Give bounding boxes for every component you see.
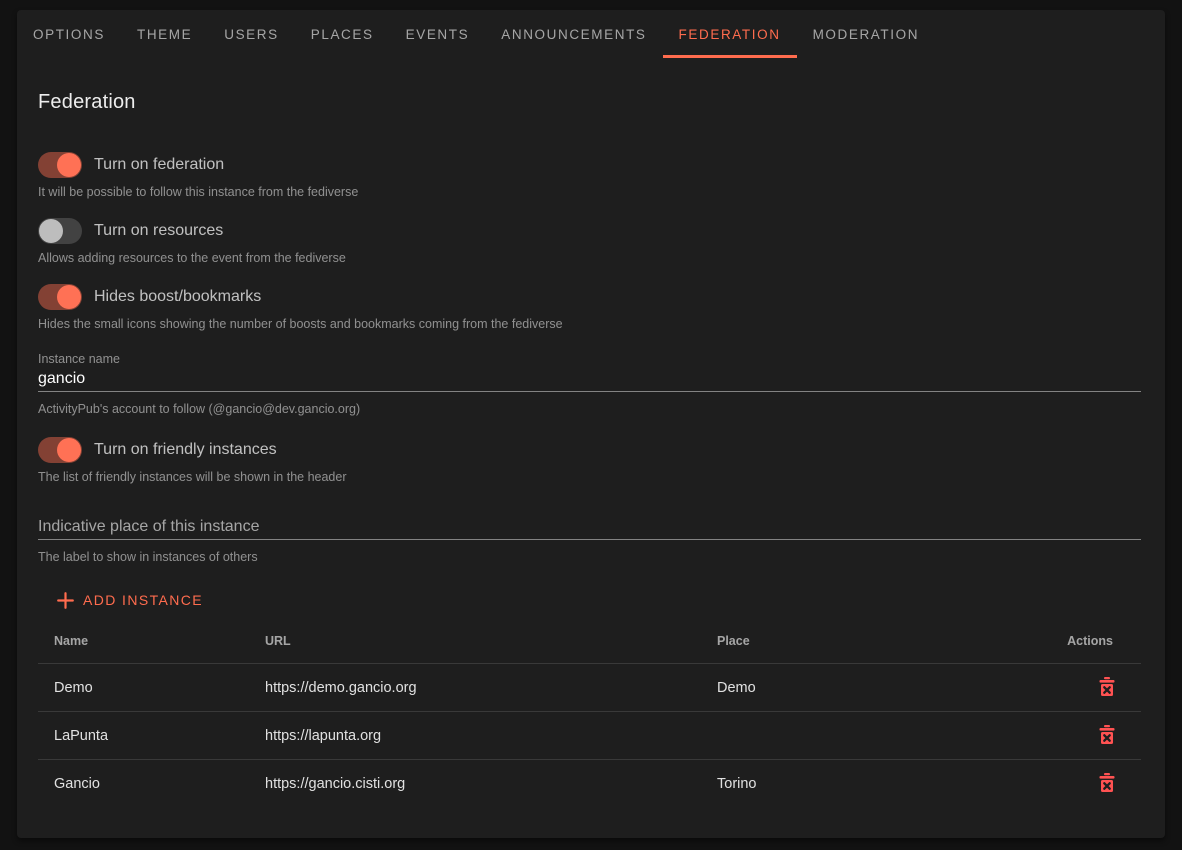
setting-instance-name: Instance name ActivityPub's account to f…: [38, 351, 1141, 417]
cell-name: LaPunta: [38, 728, 249, 744]
toggle-thumb: [57, 153, 81, 177]
tab-announcements[interactable]: ANNOUNCEMENTS: [485, 10, 662, 58]
setting-turn-on-resources: Turn on resources Allows adding resource…: [38, 216, 1141, 266]
toggle-thumb: [57, 285, 81, 309]
toggle-thumb: [39, 219, 63, 243]
tab-users[interactable]: USERS: [208, 10, 295, 58]
tab-federation[interactable]: FEDERATION: [663, 10, 797, 58]
instance-place-input[interactable]: [38, 515, 1141, 540]
setting-label: Hides boost/bookmarks: [94, 288, 261, 306]
cell-place: Demo: [701, 680, 1021, 696]
admin-tab-bar: OPTIONS THEME USERS PLACES EVENTS ANNOUN…: [17, 10, 1165, 58]
add-instance-button[interactable]: ADD INSTANCE: [49, 582, 211, 618]
plus-icon: [57, 592, 74, 609]
tab-options[interactable]: OPTIONS: [17, 10, 121, 58]
column-header-place: Place: [701, 634, 1021, 648]
instances-table: Name URL Place Actions Demo https://demo…: [38, 618, 1141, 808]
admin-panel-card: OPTIONS THEME USERS PLACES EVENTS ANNOUN…: [17, 10, 1165, 838]
resources-toggle[interactable]: [38, 218, 82, 244]
setting-hint: It will be possible to follow this insta…: [38, 184, 1141, 200]
federation-settings-panel: Federation Turn on federation It will be…: [17, 88, 1165, 808]
setting-instance-place: The label to show in instances of others: [38, 515, 1141, 565]
column-header-actions: Actions: [1021, 634, 1141, 648]
cell-url: https://demo.gancio.org: [249, 680, 701, 696]
add-instance-label: ADD INSTANCE: [83, 592, 203, 608]
trash-icon: [1099, 677, 1115, 699]
cell-url: https://lapunta.org: [249, 728, 701, 744]
delete-instance-button[interactable]: [1097, 771, 1117, 797]
setting-label: Turn on friendly instances: [94, 441, 277, 459]
setting-hint: Hides the small icons showing the number…: [38, 316, 1141, 332]
tab-theme[interactable]: THEME: [121, 10, 208, 58]
cell-url: https://gancio.cisti.org: [249, 776, 701, 792]
setting-turn-on-friendly-instances: Turn on friendly instances The list of f…: [38, 435, 1141, 485]
delete-instance-button[interactable]: [1097, 675, 1117, 701]
page-title: Federation: [38, 88, 1141, 116]
instance-name-input[interactable]: [38, 367, 1141, 392]
delete-instance-button[interactable]: [1097, 723, 1117, 749]
setting-turn-on-federation: Turn on federation It will be possible t…: [38, 150, 1141, 200]
table-row: Demo https://demo.gancio.org Demo: [38, 664, 1141, 712]
cell-place: Torino: [701, 776, 1021, 792]
column-header-url: URL: [249, 634, 701, 648]
tab-events[interactable]: EVENTS: [390, 10, 486, 58]
trash-icon: [1099, 725, 1115, 747]
table-row: Gancio https://gancio.cisti.org Torino: [38, 760, 1141, 808]
cell-name: Gancio: [38, 776, 249, 792]
column-header-name: Name: [38, 634, 249, 648]
cell-name: Demo: [38, 680, 249, 696]
federation-toggle[interactable]: [38, 152, 82, 178]
setting-label: Turn on federation: [94, 156, 224, 174]
setting-hint: The label to show in instances of others: [38, 549, 1141, 565]
tab-places[interactable]: PLACES: [295, 10, 390, 58]
toggle-thumb: [57, 438, 81, 462]
instance-name-label: Instance name: [38, 351, 1141, 367]
tab-moderation[interactable]: MODERATION: [797, 10, 936, 58]
setting-hint: Allows adding resources to the event fro…: [38, 250, 1141, 266]
trash-icon: [1099, 773, 1115, 795]
setting-hint: ActivityPub's account to follow (@gancio…: [38, 401, 1141, 417]
friendly-instances-toggle[interactable]: [38, 437, 82, 463]
hide-boosts-toggle[interactable]: [38, 284, 82, 310]
table-row: LaPunta https://lapunta.org: [38, 712, 1141, 760]
table-header-row: Name URL Place Actions: [38, 618, 1141, 664]
setting-hides-boost-bookmarks: Hides boost/bookmarks Hides the small ic…: [38, 282, 1141, 332]
setting-hint: The list of friendly instances will be s…: [38, 469, 1141, 485]
setting-label: Turn on resources: [94, 222, 223, 240]
